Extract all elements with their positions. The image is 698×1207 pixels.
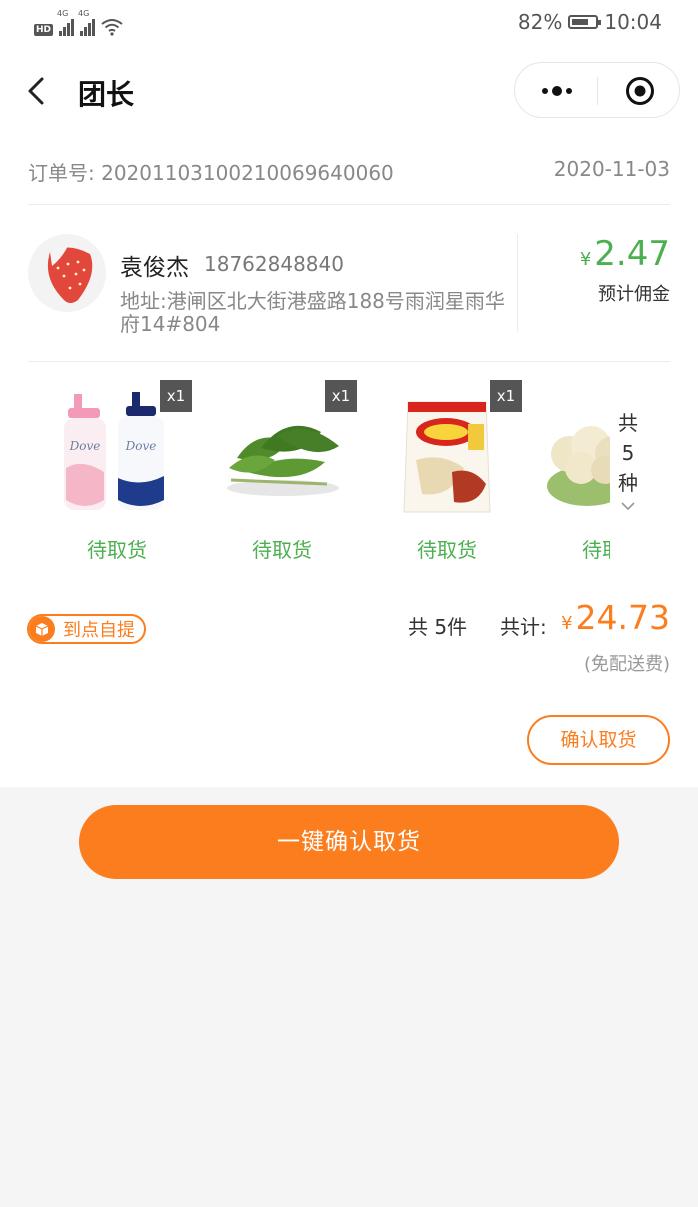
product-item-partial[interactable]: 待取货 xyxy=(540,380,610,570)
order-number: 20201103100210069640060 xyxy=(101,161,394,185)
product-item[interactable]: x1 待取货 xyxy=(207,380,357,562)
battery-icon xyxy=(568,15,602,29)
total-amount: ¥24.73 xyxy=(561,598,670,637)
order-info: 订单号: 20201103100210069640060 2020-11-03 xyxy=(28,157,670,186)
wifi-icon xyxy=(101,19,123,36)
pickup-tag: 到点自提 xyxy=(27,614,146,644)
back-icon[interactable] xyxy=(22,73,52,109)
customer-name: 袁俊杰 xyxy=(120,255,189,281)
total-value: 24.73 xyxy=(575,598,670,637)
total-currency: ¥ xyxy=(561,613,573,634)
svg-text:Dove: Dove xyxy=(125,439,157,453)
clock: 10:04 xyxy=(604,10,662,34)
signal-icon: 4G xyxy=(57,9,75,36)
product-status: 待取货 xyxy=(417,538,477,562)
total-label: 共计: xyxy=(500,615,547,639)
strawberry-icon xyxy=(47,246,93,303)
item-count: 共 5件 xyxy=(408,615,468,639)
product-status: 待取货 xyxy=(87,538,147,562)
status-bar: HD 4G 4G 82% 10:04 xyxy=(0,0,698,48)
avatar xyxy=(28,234,106,312)
divider xyxy=(28,204,670,205)
svg-text:Dove: Dove xyxy=(69,439,101,453)
hd-badge: HD xyxy=(34,24,54,36)
battery-percent: 82% xyxy=(517,10,563,34)
order-date: 2020-11-03 xyxy=(553,157,670,181)
freight-note: (免配送费) xyxy=(583,654,670,675)
chevron-down-icon xyxy=(621,502,635,511)
commission-amount: 2.47 xyxy=(594,234,670,274)
product-status: 待取货 xyxy=(582,538,610,562)
product-item[interactable]: x1 待取货 xyxy=(372,380,522,562)
quantity-badge: x1 xyxy=(160,380,192,412)
customer-address: 地址:港闸区北大街港盛路188号雨润星雨华府14#804 xyxy=(120,289,505,336)
vertical-divider xyxy=(517,234,518,332)
product-item[interactable]: Dove Dove x1 待取货 xyxy=(42,380,192,562)
package-icon xyxy=(29,616,55,642)
product-item[interactable]: 待取货 xyxy=(540,380,610,562)
cauliflower-icon xyxy=(547,426,610,506)
kind-count[interactable]: 共 5 种 xyxy=(612,408,644,512)
kind-count-prefix: 共 xyxy=(618,411,638,435)
divider xyxy=(28,361,670,362)
pickup-label: 到点自提 xyxy=(63,620,135,641)
commission-block: ¥2.47 预计佣金 xyxy=(580,234,670,306)
more-icon[interactable] xyxy=(537,77,577,105)
confirm-pickup-button[interactable]: 确认取货 xyxy=(527,715,670,765)
commission-label: 预计佣金 xyxy=(598,284,670,305)
nav-bar: 团长 xyxy=(0,60,698,122)
product-list[interactable]: Dove Dove x1 待取货 x1 待取货 x1 待取货 待 xyxy=(0,380,698,570)
product-status: 待取货 xyxy=(252,538,312,562)
commission-currency: ¥ xyxy=(579,249,592,270)
kind-count-value: 5 xyxy=(621,441,635,465)
capsule-divider xyxy=(597,77,598,105)
order-number-label: 订单号: xyxy=(28,161,95,185)
kind-count-suffix: 种 xyxy=(618,471,638,495)
page-title: 团长 xyxy=(78,78,135,111)
close-target-icon[interactable] xyxy=(625,76,655,106)
confirm-all-pickup-button[interactable]: 一键确认取货 xyxy=(79,805,619,879)
quantity-badge: x1 xyxy=(325,380,357,412)
quantity-badge: x1 xyxy=(490,380,522,412)
mini-program-capsule xyxy=(514,62,680,118)
customer-phone[interactable]: 18762848840 xyxy=(204,252,344,276)
signal-icon-2: 4G xyxy=(78,9,96,36)
